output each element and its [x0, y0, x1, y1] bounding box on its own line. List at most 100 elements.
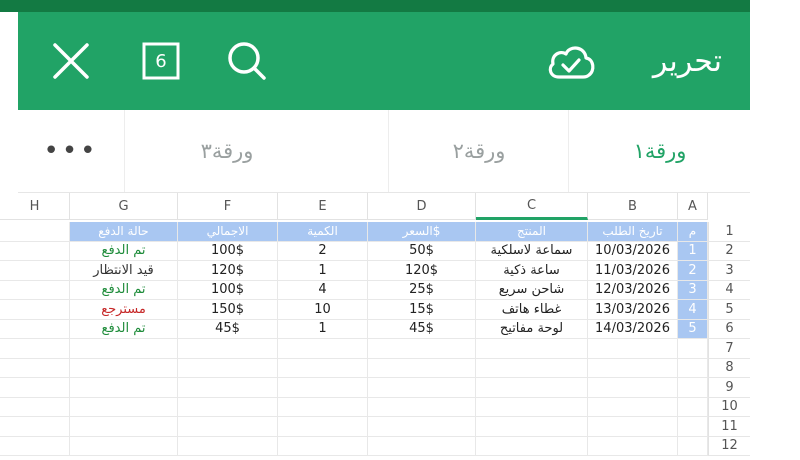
- data-cell-qty[interactable]: 4: [278, 280, 368, 300]
- column-header-h[interactable]: H: [0, 193, 70, 220]
- column-header-c[interactable]: C: [476, 193, 588, 220]
- grid-cell[interactable]: [476, 358, 588, 378]
- row-header[interactable]: 5: [708, 300, 750, 320]
- grid-cell[interactable]: [70, 397, 178, 417]
- column-header-a[interactable]: A: [678, 193, 708, 220]
- grid-cell[interactable]: [70, 436, 178, 456]
- data-cell-price[interactable]: 45$: [368, 319, 476, 339]
- grid-cell[interactable]: [0, 261, 70, 281]
- grid-cell[interactable]: [0, 300, 70, 320]
- data-cell-total[interactable]: 100$: [178, 280, 278, 300]
- data-cell-date[interactable]: 14/03/2026: [588, 319, 678, 339]
- data-cell-price[interactable]: 15$: [368, 300, 476, 320]
- close-icon[interactable]: [48, 38, 94, 84]
- grid-cell[interactable]: [70, 339, 178, 359]
- data-cell-qty[interactable]: 10: [278, 300, 368, 320]
- row-header[interactable]: 11: [708, 417, 750, 437]
- data-cell-product[interactable]: ساعة ذكية: [476, 261, 588, 281]
- sheets-count-icon[interactable]: 6: [138, 38, 184, 84]
- data-cell-qty[interactable]: 2: [278, 241, 368, 261]
- grid-cell[interactable]: [70, 358, 178, 378]
- grid-cell[interactable]: [476, 417, 588, 437]
- tab-sheet-3[interactable]: ورقة٣: [124, 110, 329, 192]
- row-header[interactable]: 1: [708, 222, 750, 242]
- grid-cell[interactable]: [178, 358, 278, 378]
- grid-cell[interactable]: [0, 339, 70, 359]
- grid-cell[interactable]: [278, 358, 368, 378]
- grid-cell[interactable]: [0, 417, 70, 437]
- data-cell-date[interactable]: 12/03/2026: [588, 280, 678, 300]
- grid-cell[interactable]: [70, 417, 178, 437]
- data-cell-num[interactable]: 5: [678, 319, 708, 339]
- header-cell-product[interactable]: المنتج: [476, 222, 588, 242]
- grid-cell[interactable]: [0, 280, 70, 300]
- grid-cell[interactable]: [476, 397, 588, 417]
- grid-cell[interactable]: [178, 378, 278, 398]
- header-cell-num[interactable]: م: [678, 222, 708, 242]
- data-cell-status[interactable]: تم الدفع: [70, 241, 178, 261]
- data-cell-price[interactable]: 50$: [368, 241, 476, 261]
- row-header[interactable]: 10: [708, 397, 750, 417]
- header-cell-total[interactable]: الاجمالي: [178, 222, 278, 242]
- row-header[interactable]: 7: [708, 339, 750, 359]
- more-menu-button[interactable]: •••: [18, 110, 124, 192]
- data-cell-product[interactable]: شاحن سريع: [476, 280, 588, 300]
- data-cell-product[interactable]: لوحة مفاتيح: [476, 319, 588, 339]
- data-cell-date[interactable]: 11/03/2026: [588, 261, 678, 281]
- data-cell-total[interactable]: 120$: [178, 261, 278, 281]
- row-header[interactable]: 4: [708, 280, 750, 300]
- grid-cell[interactable]: [278, 417, 368, 437]
- grid-cell[interactable]: [278, 436, 368, 456]
- grid-cell[interactable]: [678, 358, 708, 378]
- row-header[interactable]: 12: [708, 436, 750, 456]
- data-cell-price[interactable]: 120$: [368, 261, 476, 281]
- data-cell-status[interactable]: تم الدفع: [70, 319, 178, 339]
- grid-cell[interactable]: [178, 339, 278, 359]
- data-cell-product[interactable]: سماعة لاسلكية: [476, 241, 588, 261]
- grid-cell[interactable]: [0, 222, 70, 242]
- data-cell-status[interactable]: تم الدفع: [70, 280, 178, 300]
- row-header[interactable]: 3: [708, 261, 750, 281]
- grid-cell[interactable]: [278, 378, 368, 398]
- column-header-b[interactable]: B: [588, 193, 678, 220]
- column-header-g[interactable]: G: [70, 193, 178, 220]
- data-cell-total[interactable]: 45$: [178, 319, 278, 339]
- tab-sheet-1[interactable]: ورقة١: [568, 110, 751, 192]
- column-header-d[interactable]: D: [368, 193, 476, 220]
- cloud-check-icon[interactable]: [544, 38, 598, 84]
- grid-cell[interactable]: [178, 417, 278, 437]
- data-cell-total[interactable]: 100$: [178, 241, 278, 261]
- grid-cell[interactable]: [368, 378, 476, 398]
- grid-cell[interactable]: [588, 358, 678, 378]
- grid-cell[interactable]: [178, 397, 278, 417]
- data-cell-num[interactable]: 3: [678, 280, 708, 300]
- header-cell-price[interactable]: السعر$: [368, 222, 476, 242]
- grid-cell[interactable]: [368, 397, 476, 417]
- grid-cell[interactable]: [588, 417, 678, 437]
- data-cell-date[interactable]: 13/03/2026: [588, 300, 678, 320]
- data-cell-num[interactable]: 1: [678, 241, 708, 261]
- grid-cell[interactable]: [278, 397, 368, 417]
- row-header[interactable]: 8: [708, 358, 750, 378]
- data-cell-status[interactable]: مسترجع: [70, 300, 178, 320]
- data-cell-date[interactable]: 10/03/2026: [588, 241, 678, 261]
- grid-cell[interactable]: [368, 339, 476, 359]
- data-cell-qty[interactable]: 1: [278, 319, 368, 339]
- header-cell-date[interactable]: تاريخ الطلب: [588, 222, 678, 242]
- header-cell-status[interactable]: حالة الدفع: [70, 222, 178, 242]
- data-cell-status[interactable]: قيد الانتظار: [70, 261, 178, 281]
- grid-cell[interactable]: [588, 339, 678, 359]
- row-header[interactable]: 2: [708, 241, 750, 261]
- grid-cell[interactable]: [0, 241, 70, 261]
- edit-title[interactable]: تحرير: [653, 42, 722, 82]
- grid-cell[interactable]: [678, 378, 708, 398]
- column-header-e[interactable]: E: [278, 193, 368, 220]
- grid-cell[interactable]: [0, 378, 70, 398]
- grid-cell[interactable]: [278, 339, 368, 359]
- grid-cell[interactable]: [368, 358, 476, 378]
- grid-cell[interactable]: [70, 378, 178, 398]
- grid-cell[interactable]: [476, 436, 588, 456]
- grid-cell[interactable]: [678, 417, 708, 437]
- grid-cell[interactable]: [178, 436, 278, 456]
- column-header-f[interactable]: F: [178, 193, 278, 220]
